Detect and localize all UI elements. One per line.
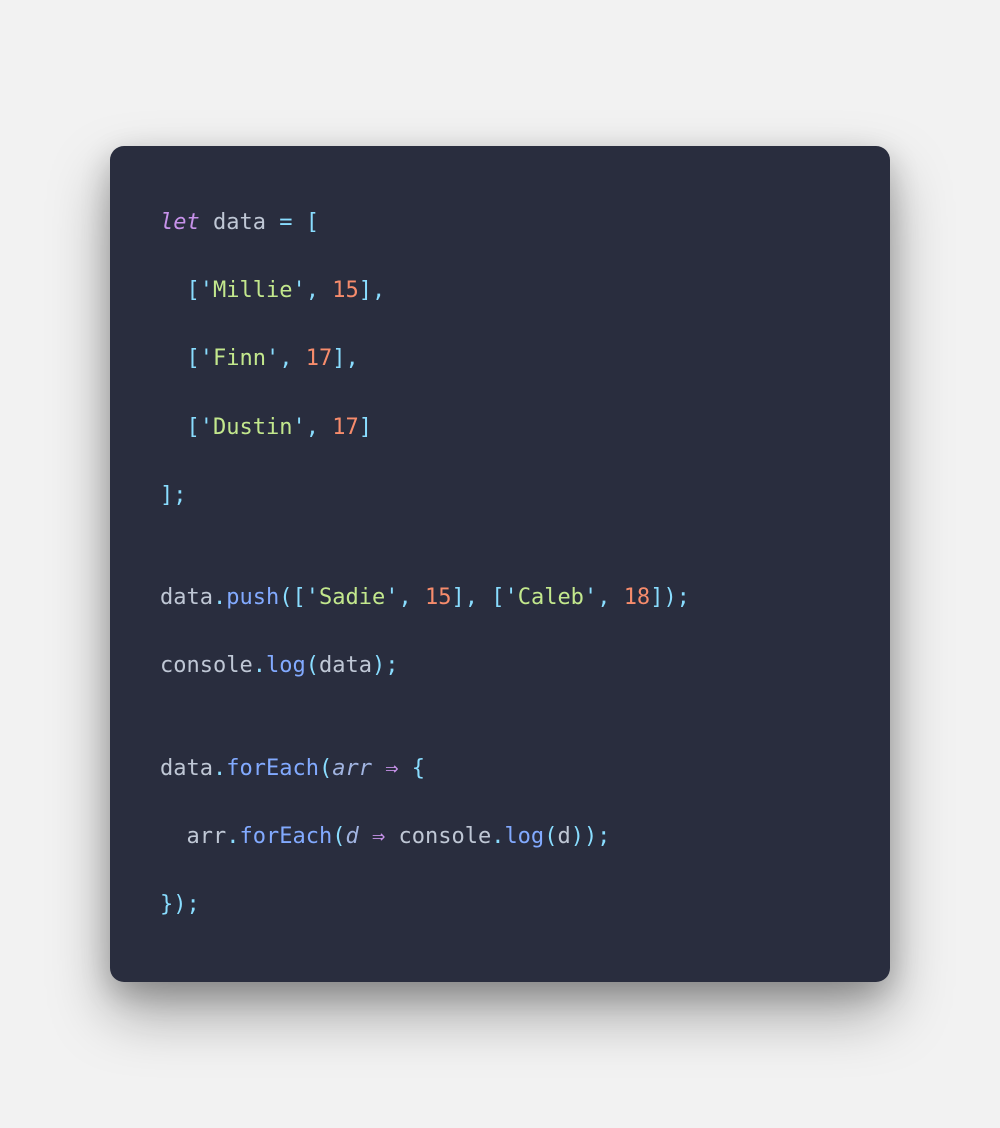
string-finn: Finn	[213, 346, 266, 371]
code-block: let data = [ ['Millie', 15], ['Finn', 17…	[160, 206, 840, 922]
number-15: 15	[332, 278, 359, 303]
string-dustin: Dustin	[213, 415, 292, 440]
string-millie: Millie	[213, 278, 292, 303]
identifier-data: data	[213, 210, 266, 235]
method-foreach: forEach	[226, 756, 319, 781]
number-17: 17	[306, 346, 333, 371]
param-arr: arr	[332, 756, 372, 781]
number-17b: 17	[332, 415, 359, 440]
bracket-open: [	[306, 210, 319, 235]
string-caleb: Caleb	[518, 585, 584, 610]
keyword-let: let	[160, 210, 200, 235]
method-log: log	[266, 653, 306, 678]
method-push: push	[226, 585, 279, 610]
string-sadie: Sadie	[319, 585, 385, 610]
brace-close: });	[160, 892, 200, 917]
bracket-close: ];	[160, 483, 187, 508]
param-d: d	[345, 824, 358, 849]
arrow-icon: ⇒	[385, 756, 398, 781]
arrow-icon: ⇒	[372, 824, 385, 849]
code-card: let data = [ ['Millie', 15], ['Finn', 17…	[110, 146, 890, 982]
